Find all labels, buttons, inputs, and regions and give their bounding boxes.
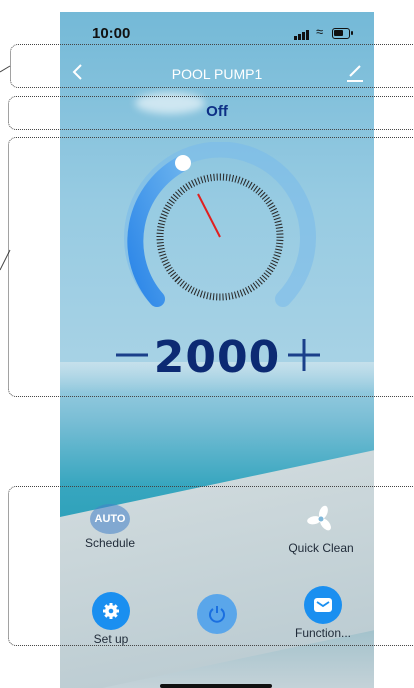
annotation-frame-header bbox=[10, 44, 414, 88]
home-indicator[interactable] bbox=[160, 684, 272, 688]
annotation-frame-status bbox=[8, 96, 414, 130]
wifi-icon: ≈ bbox=[316, 24, 324, 39]
clock: 10:00 bbox=[92, 25, 131, 42]
annotation-frame-gauge bbox=[8, 137, 414, 397]
signal-icon bbox=[294, 30, 309, 40]
annotation-frame-controls bbox=[8, 486, 414, 646]
battery-icon bbox=[332, 28, 353, 39]
status-icons: ≈ bbox=[294, 24, 353, 41]
annotation-leader-lines bbox=[0, 65, 11, 271]
